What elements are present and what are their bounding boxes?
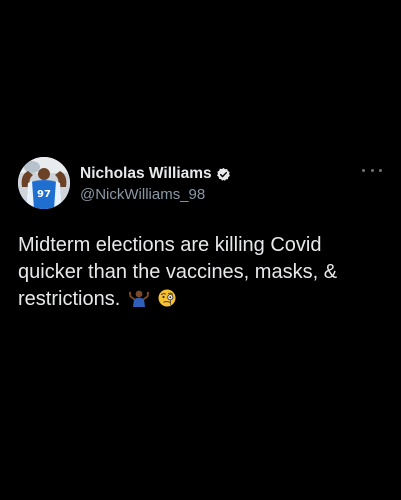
tweet-text: Midterm elections are killing Covid quic… bbox=[18, 234, 338, 310]
avatar-image: 97 bbox=[18, 157, 70, 209]
avatar[interactable]: 97 bbox=[18, 157, 70, 209]
more-dot bbox=[379, 168, 382, 172]
author-display-name[interactable]: Nicholas Williams bbox=[80, 165, 212, 183]
author-name-row: Nicholas Williams bbox=[80, 165, 231, 183]
tweet-card: 97 Nicholas Williams @NickWilliams_98 Mi… bbox=[0, 0, 401, 500]
more-dot bbox=[362, 168, 365, 172]
avatar-jersey-number: 97 bbox=[37, 189, 51, 200]
verified-badge-icon bbox=[216, 167, 231, 182]
more-options-icon[interactable] bbox=[362, 165, 382, 175]
face-with-monocle-emoji bbox=[157, 288, 177, 316]
tweet-body: Midterm elections are killing Covid quic… bbox=[18, 232, 388, 316]
author-handle[interactable]: @NickWilliams_98 bbox=[80, 186, 205, 203]
more-dot bbox=[370, 168, 374, 172]
person-shrugging-emoji bbox=[128, 288, 150, 316]
